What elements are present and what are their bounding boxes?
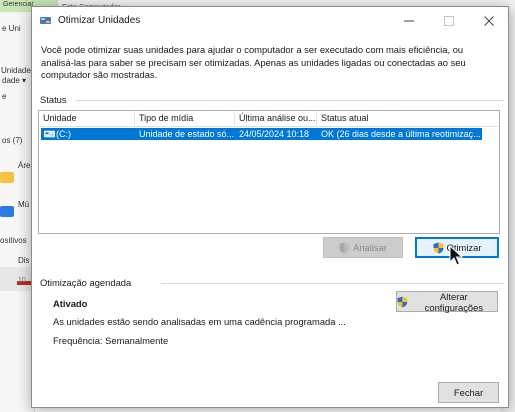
explorer-left-pane: e Uni Unidade dade ▾ e os (7) Áre Mú osi…: [0, 14, 35, 412]
status-divider: [76, 100, 504, 101]
schedule-frequency: Frequência: Semanalmente: [53, 335, 169, 346]
schedule-description: As unidades estão sendo analisadas em um…: [53, 316, 346, 327]
explorer-fragment: e Uni: [2, 24, 21, 33]
close-window-button[interactable]: [474, 11, 504, 31]
scheduled-divider: [161, 283, 504, 284]
analyze-button-label: Analisar: [353, 242, 387, 253]
close-icon: [484, 16, 494, 26]
change-settings-button[interactable]: Alterar configurações: [396, 290, 498, 313]
optimize-drives-dialog: Otimizar Unidades Você pode otimizar sua…: [31, 6, 509, 408]
minimize-icon: [404, 20, 414, 22]
change-settings-label: Alterar configurações: [424, 290, 484, 313]
drive-media-type: Unidade de estado só...: [139, 129, 235, 139]
defrag-app-icon: [40, 17, 51, 24]
drive-status: OK (26 dias desde a última reotimizaç...: [321, 129, 481, 139]
explorer-fragment: Mú: [18, 200, 30, 209]
explorer-fragment: Áre: [18, 161, 31, 170]
maximize-icon: [444, 16, 454, 26]
dialog-title: Otimizar Unidades: [58, 15, 141, 26]
close-button[interactable]: Fechar: [438, 382, 499, 403]
status-section-label: Status: [40, 94, 67, 105]
scheduled-section-label: Otimização agendada: [40, 277, 132, 288]
drive-icon: [44, 130, 55, 138]
explorer-fragment: Dis: [18, 256, 30, 265]
maximize-button: [434, 11, 464, 31]
explorer-fragment: Unidade: [1, 66, 31, 75]
explorer-fragment: e: [2, 92, 7, 101]
dialog-titlebar[interactable]: Otimizar Unidades: [32, 7, 508, 35]
uac-shield-icon: [339, 242, 350, 253]
column-header-tipo[interactable]: Tipo de mídia: [135, 111, 235, 126]
uac-shield-icon: [397, 296, 408, 307]
column-header-unidade[interactable]: Unidade: [39, 111, 135, 126]
explorer-fragment: ositivos: [0, 236, 27, 245]
schedule-state: Ativado: [53, 298, 88, 309]
column-header-status[interactable]: Status atual: [317, 111, 483, 126]
minimize-button[interactable]: [394, 11, 424, 31]
analyze-button: Analisar: [323, 237, 403, 258]
uac-shield-icon: [433, 242, 444, 253]
close-button-label: Fechar: [453, 387, 484, 398]
explorer-fragment: os (7): [2, 136, 23, 145]
column-header-ultima[interactable]: Última análise ou...: [235, 111, 317, 126]
explorer-fragment: 10: [18, 277, 26, 284]
drives-list-header: Unidade Tipo de mídia Última análise ou.…: [39, 111, 499, 127]
drive-last-run: 24/05/2024 10:18: [239, 129, 310, 139]
folder-icon: [0, 172, 14, 183]
explorer-fragment: dade ▾: [2, 76, 27, 85]
drives-list[interactable]: Unidade Tipo de mídia Última análise ou.…: [38, 110, 500, 234]
dialog-description: Você pode otimizar suas unidades para aj…: [41, 44, 466, 80]
drive-tile[interactable]: [0, 267, 34, 291]
music-folder-icon: [0, 206, 14, 217]
drive-row-c[interactable]: (C:) Unidade de estado só... 24/05/2024 …: [41, 128, 482, 140]
mouse-cursor-icon: [449, 245, 463, 266]
drive-name: (C:): [56, 129, 71, 139]
